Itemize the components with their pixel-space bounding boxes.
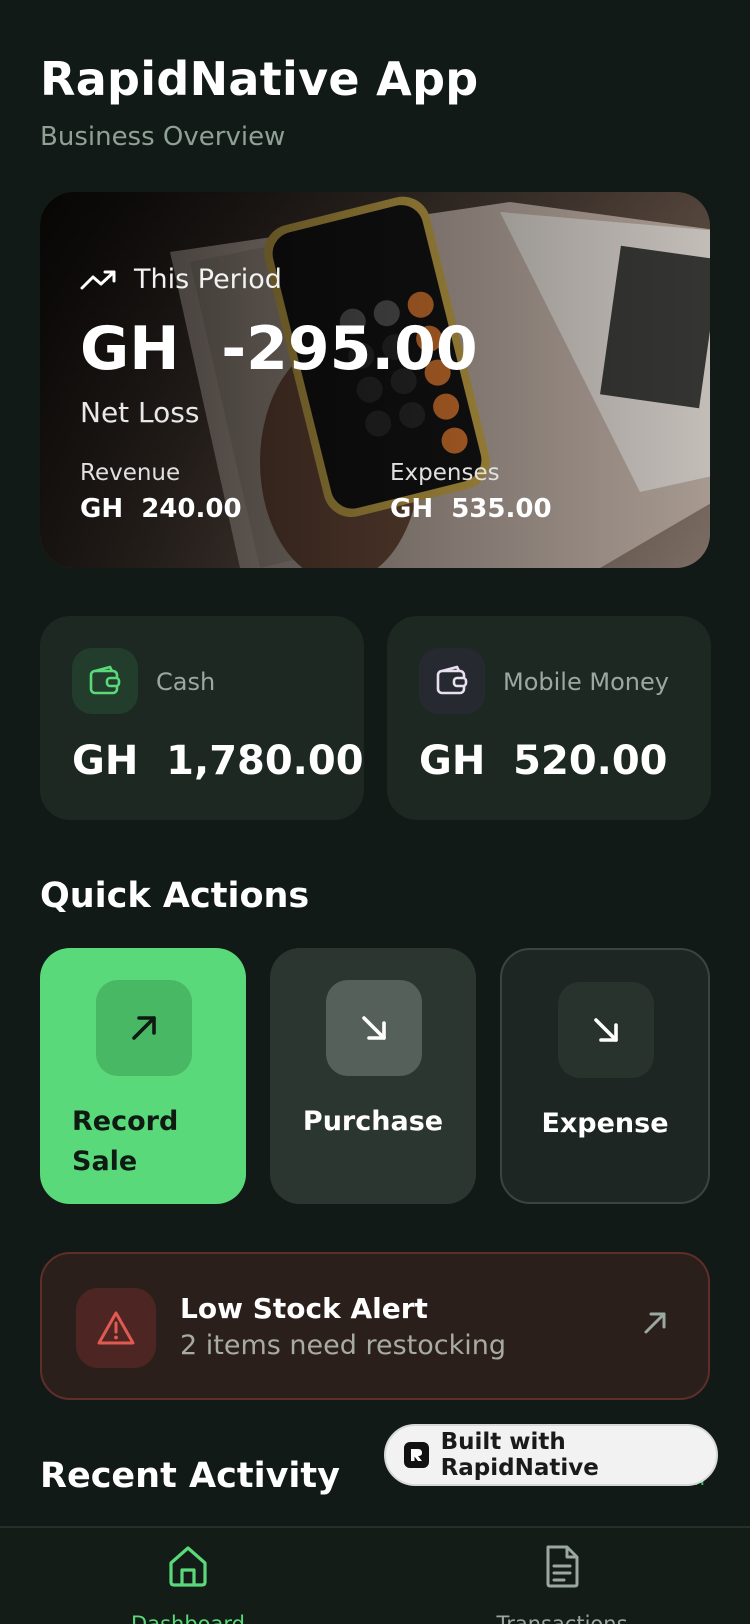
record-sale-button[interactable]: Record Sale bbox=[40, 948, 246, 1204]
built-with-label: Built with RapidNative bbox=[440, 1429, 599, 1481]
quick-actions-title: Quick Actions bbox=[40, 876, 310, 916]
revenue-value: GH 240.00 bbox=[80, 494, 242, 524]
record-sale-label-line1: Record bbox=[72, 1106, 179, 1137]
nav-label-dashboard: Dashboard bbox=[131, 1612, 245, 1624]
revenue-label: Revenue bbox=[80, 460, 181, 486]
cash-balance-card[interactable]: Cash GH 1,780.00 bbox=[40, 616, 364, 820]
expenses-label: Expenses bbox=[390, 460, 500, 486]
period-label: This Period bbox=[134, 264, 282, 295]
nav-item-dashboard[interactable]: Dashboard bbox=[88, 1528, 288, 1624]
document-icon bbox=[540, 1544, 584, 1592]
nav-item-transactions[interactable]: Transactions bbox=[462, 1528, 662, 1624]
app-title: RapidNative App bbox=[40, 52, 479, 106]
expense-label: Expense bbox=[541, 1108, 669, 1139]
wallet-icon bbox=[419, 648, 485, 714]
arrow-down-right-icon bbox=[326, 980, 422, 1076]
home-icon bbox=[166, 1544, 210, 1592]
arrow-up-right-icon bbox=[96, 980, 192, 1076]
mobile-money-label: Mobile Money bbox=[503, 668, 669, 696]
cash-value: GH 1,780.00 bbox=[72, 738, 364, 784]
purchase-button[interactable]: Purchase bbox=[270, 948, 476, 1204]
low-stock-alert[interactable]: Low Stock Alert 2 items need restocking bbox=[40, 1252, 710, 1400]
purchase-label: Purchase bbox=[302, 1106, 444, 1137]
mobile-money-balance-card[interactable]: Mobile Money GH 520.00 bbox=[387, 616, 711, 820]
bottom-navigation: Dashboard Transactions bbox=[0, 1526, 750, 1624]
expense-button[interactable]: Expense bbox=[500, 948, 710, 1204]
warning-icon bbox=[76, 1288, 156, 1368]
net-status: Net Loss bbox=[80, 396, 200, 429]
built-with-badge[interactable]: Built with RapidNative bbox=[384, 1424, 718, 1486]
app-subtitle: Business Overview bbox=[40, 122, 286, 152]
net-amount: GH -295.00 bbox=[80, 314, 478, 384]
wallet-icon bbox=[72, 648, 138, 714]
period-row: This Period bbox=[80, 264, 282, 295]
nav-label-transactions: Transactions bbox=[496, 1612, 628, 1624]
alert-title: Low Stock Alert bbox=[180, 1292, 428, 1325]
rapidnative-logo-icon bbox=[404, 1442, 429, 1468]
trending-up-icon bbox=[80, 270, 116, 289]
mobile-money-value: GH 520.00 bbox=[419, 738, 668, 784]
recent-activity-title: Recent Activity bbox=[40, 1456, 340, 1496]
expenses-value: GH 535.00 bbox=[390, 494, 552, 524]
cash-label: Cash bbox=[156, 668, 216, 696]
arrow-up-right-icon bbox=[642, 1310, 668, 1340]
period-summary-card[interactable]: This Period GH -295.00 Net Loss Revenue … bbox=[40, 192, 710, 568]
arrow-down-right-icon bbox=[558, 982, 654, 1078]
alert-subtitle: 2 items need restocking bbox=[180, 1330, 506, 1361]
record-sale-label-line2: Sale bbox=[72, 1146, 138, 1177]
